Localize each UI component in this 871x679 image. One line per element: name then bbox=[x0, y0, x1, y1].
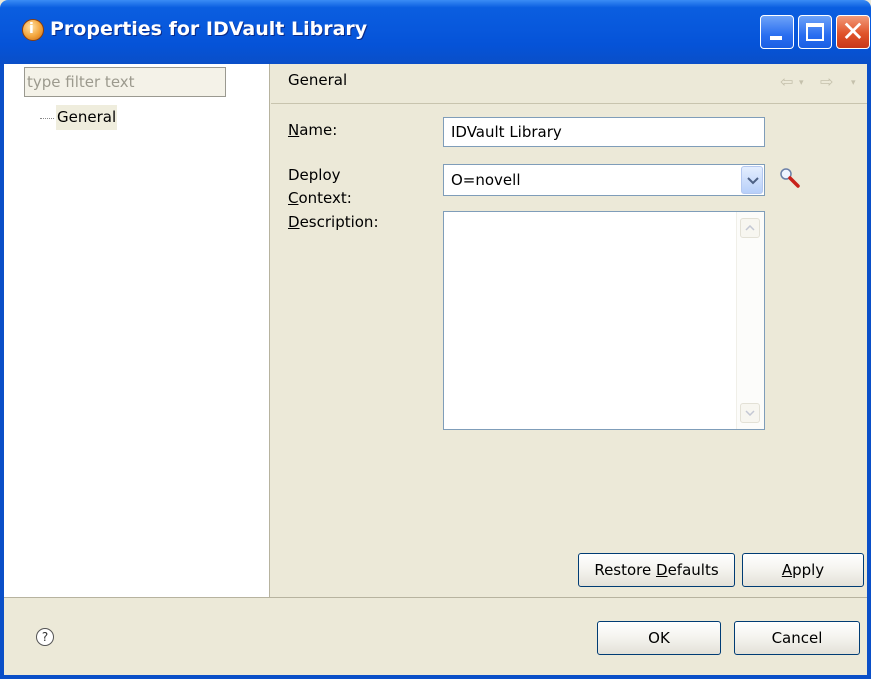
forward-arrow-icon[interactable]: ⇨ bbox=[820, 72, 833, 91]
deploy-label: Deploy bbox=[288, 166, 341, 184]
deploy-context-combo[interactable]: O=novell bbox=[443, 164, 765, 196]
minimize-icon bbox=[770, 36, 782, 40]
context-label: Context: bbox=[288, 189, 352, 207]
scrollbar-track bbox=[736, 212, 764, 429]
deploy-context-value: O=novell bbox=[451, 171, 521, 189]
property-page-tree bbox=[4, 64, 270, 597]
chevron-down-icon bbox=[745, 410, 755, 416]
back-arrow-icon[interactable]: ⇦ bbox=[780, 72, 793, 91]
description-label-accel: D bbox=[288, 213, 300, 231]
page-title: General bbox=[288, 71, 348, 89]
minimize-button[interactable] bbox=[760, 15, 794, 49]
page-header bbox=[271, 64, 867, 104]
ok-button[interactable]: OK bbox=[597, 621, 721, 655]
search-icon[interactable] bbox=[778, 167, 802, 189]
close-button[interactable]: ✕ bbox=[836, 15, 870, 49]
maximize-button[interactable] bbox=[798, 15, 832, 49]
apply-label: pply bbox=[792, 561, 825, 579]
apply-button[interactable]: Apply bbox=[742, 553, 864, 587]
tree-item-general[interactable]: General bbox=[56, 105, 118, 130]
cancel-button[interactable]: Cancel bbox=[734, 621, 860, 655]
description-scrollbar[interactable] bbox=[736, 212, 764, 429]
app-icon: i bbox=[22, 19, 44, 41]
restore-defaults-label-a: Restore bbox=[594, 561, 657, 579]
tree-connector bbox=[40, 118, 54, 119]
context-label-rest: ontext: bbox=[298, 189, 352, 207]
restore-defaults-label-b: efaults bbox=[667, 561, 719, 579]
window-border-right bbox=[867, 64, 871, 679]
description-textarea[interactable] bbox=[443, 211, 765, 430]
help-icon[interactable]: ? bbox=[36, 628, 54, 646]
name-label-accel: N bbox=[288, 121, 300, 139]
context-label-accel: C bbox=[288, 189, 299, 207]
combo-dropdown-button[interactable] bbox=[741, 166, 763, 194]
scroll-down-button[interactable] bbox=[740, 403, 760, 423]
chevron-up-icon bbox=[745, 225, 755, 231]
description-label: Description: bbox=[288, 213, 379, 231]
properties-dialog: i Properties for IDVault Library ✕ type … bbox=[0, 0, 871, 679]
window-border-bottom bbox=[0, 675, 871, 679]
maximize-icon bbox=[806, 23, 824, 41]
close-icon: ✕ bbox=[841, 15, 865, 48]
restore-defaults-button[interactable]: Restore Defaults bbox=[578, 553, 735, 587]
filter-input[interactable]: type filter text bbox=[24, 67, 226, 97]
description-label-rest: escription: bbox=[299, 213, 379, 231]
name-label: Name: bbox=[288, 121, 337, 139]
chevron-down-icon bbox=[747, 177, 759, 185]
scroll-up-button[interactable] bbox=[740, 218, 760, 238]
window-title: Properties for IDVault Library bbox=[50, 18, 368, 40]
back-dropdown-icon[interactable]: ▾ bbox=[799, 78, 804, 88]
restore-defaults-accel: D bbox=[656, 561, 668, 579]
name-input[interactable]: IDVault Library bbox=[443, 117, 765, 147]
title-bar[interactable]: i Properties for IDVault Library ✕ bbox=[0, 0, 871, 64]
forward-dropdown-icon[interactable]: ▾ bbox=[851, 78, 856, 88]
name-label-rest: ame: bbox=[299, 121, 338, 139]
apply-accel: A bbox=[781, 561, 793, 579]
